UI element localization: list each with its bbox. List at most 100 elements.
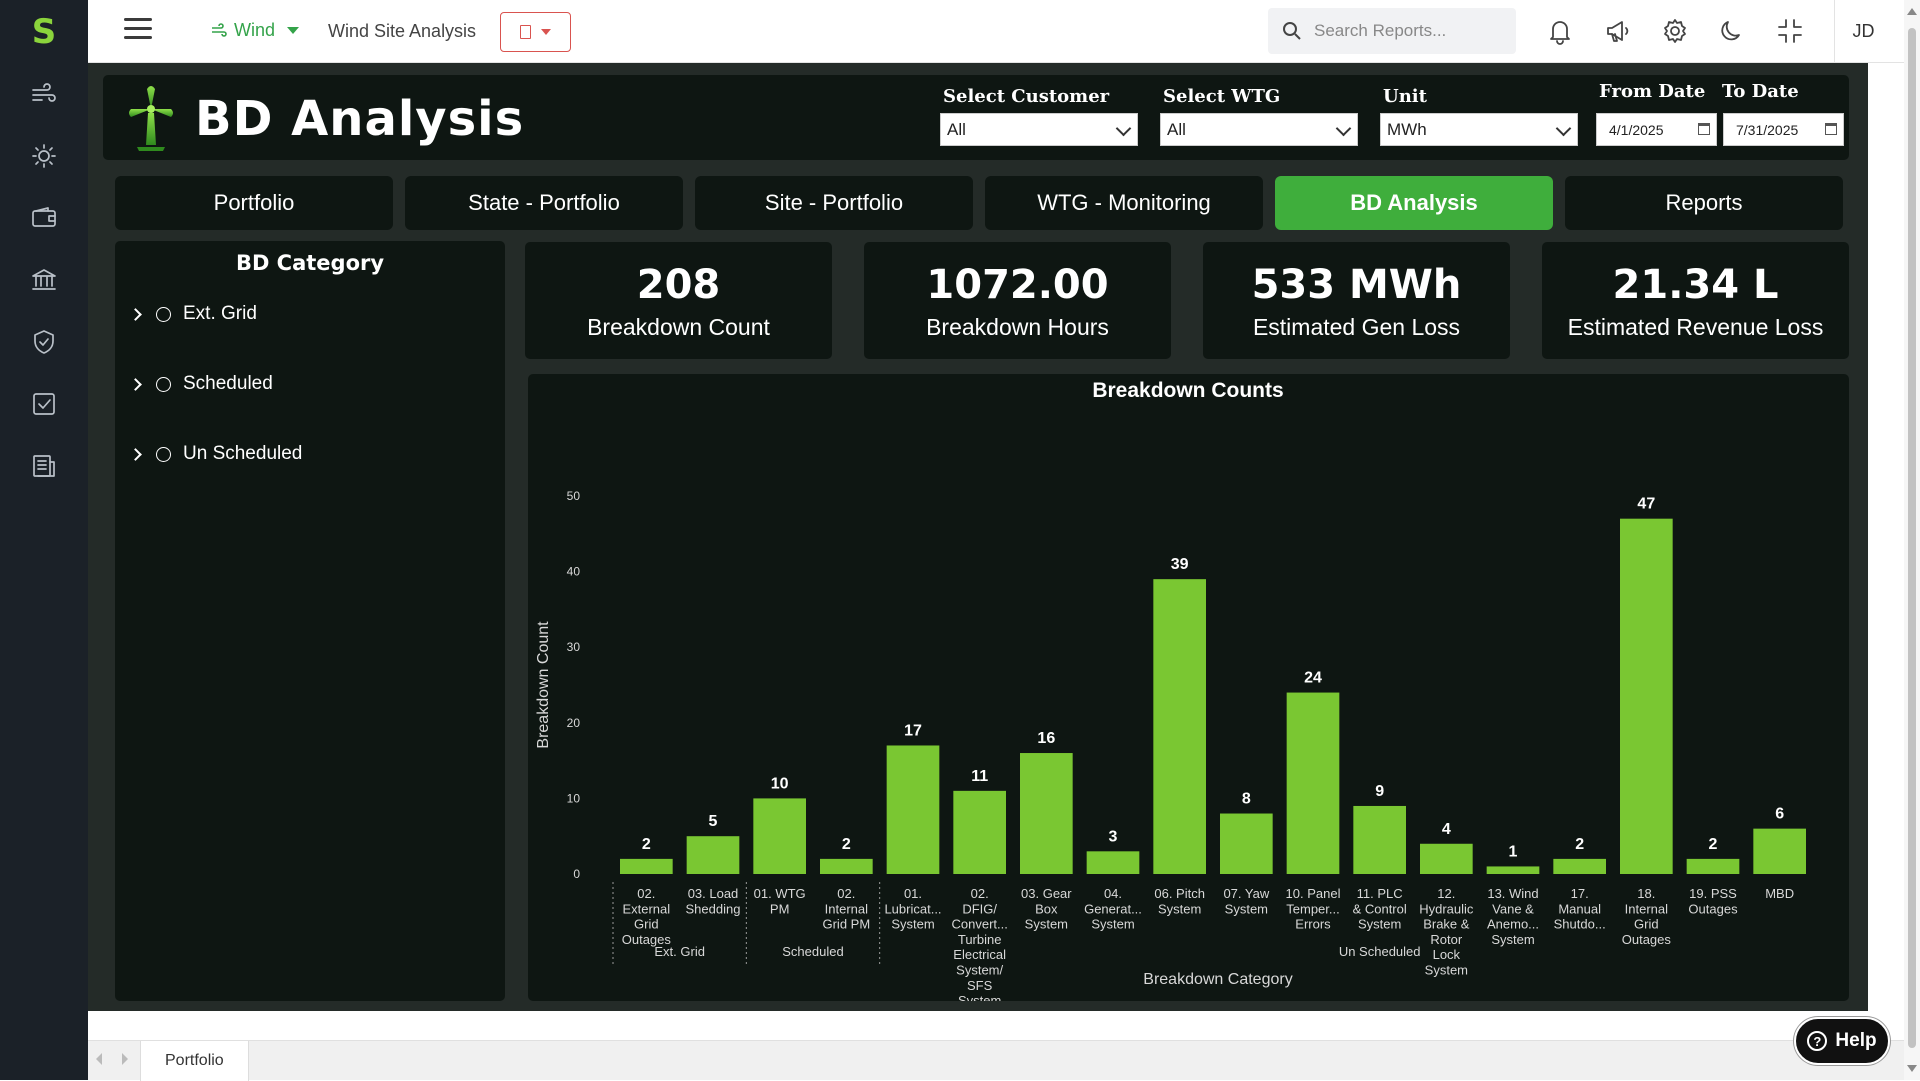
kpi-card-breakdown-count: 208 Breakdown Count (525, 242, 832, 359)
megaphone-icon[interactable] (1603, 16, 1633, 46)
calendar-icon[interactable] (1698, 123, 1710, 135)
data-label: 2 (842, 836, 851, 853)
x-tick-label: MBD (1765, 886, 1794, 901)
site-title[interactable]: Wind Site Analysis (328, 21, 476, 42)
to-date-value: 7/31/2025 (1736, 121, 1799, 138)
module-selector[interactable]: Wind (210, 20, 300, 41)
bar (753, 798, 806, 874)
y-tick-label: 50 (567, 489, 581, 503)
to-date-input[interactable]: 7/31/2025 (1723, 113, 1844, 146)
radio-button[interactable] (156, 376, 171, 392)
from-date-input[interactable]: 4/1/2025 (1596, 113, 1717, 146)
radio-button[interactable] (156, 306, 171, 322)
x-tick-label: System (891, 917, 934, 932)
x-axis-label: Breakdown Category (1143, 971, 1292, 988)
shield-check-icon[interactable] (30, 328, 58, 356)
page-tabs-bar: Portfolio (88, 1011, 1904, 1081)
data-label: 16 (1037, 730, 1055, 747)
report-list-icon[interactable] (30, 452, 58, 480)
bar (953, 790, 1006, 874)
x-tick-label: 04. (1104, 886, 1122, 901)
wind-small-icon (212, 22, 227, 37)
customer-select-value: All (947, 119, 966, 139)
tab-wtg-monitoring[interactable]: WTG - Monitoring (985, 176, 1263, 230)
x-tick-label: Lock (1433, 947, 1461, 962)
app-logo[interactable]: S (26, 12, 62, 52)
wtg-filter-label: Select WTG (1163, 86, 1281, 107)
wind-turbine-logo-icon (129, 86, 173, 151)
bar (1686, 858, 1740, 874)
tab-state-portfolio[interactable]: State - Portfolio (405, 176, 683, 230)
breakdown-counts-chart: Breakdown Counts 0 10 20 30 40 50 Breakdown Cou… (528, 374, 1849, 1001)
chevron-right-icon[interactable] (129, 447, 142, 461)
dashboard-header: BD Analysis Select Customer All Select W… (103, 75, 1849, 160)
prev-page-arrow-icon[interactable] (96, 1053, 102, 1065)
search-box[interactable] (1268, 8, 1516, 54)
search-input[interactable] (1314, 21, 1504, 41)
wind-icon[interactable] (30, 80, 58, 108)
scroll-down-arrow-icon[interactable] (1907, 1065, 1917, 1072)
bar (1753, 828, 1806, 874)
help-button[interactable]: ? Help (1794, 1017, 1890, 1065)
x-tick-label: 12. (1437, 886, 1455, 901)
category-item-un-scheduled[interactable]: Un Scheduled (129, 443, 302, 465)
chevron-right-icon[interactable] (129, 377, 142, 391)
kpi-label: Breakdown Hours (926, 314, 1109, 340)
data-label: 4 (1442, 821, 1451, 838)
next-page-arrow-icon[interactable] (122, 1053, 128, 1065)
dark-mode-moon-icon[interactable] (1717, 16, 1747, 46)
x-tick-label: Internal (1625, 901, 1668, 916)
scroll-up-arrow-icon[interactable] (1907, 8, 1917, 15)
bank-icon[interactable] (30, 266, 58, 294)
group-label: Scheduled (782, 944, 843, 959)
user-avatar[interactable]: JD (1834, 0, 1892, 63)
from-date-label: From Date (1599, 81, 1706, 102)
chevron-right-icon[interactable] (129, 307, 142, 321)
x-tick-label: System/ (956, 963, 1003, 978)
bd-category-slicer: BD Category Ext. Grid Scheduled Un Sched… (115, 241, 505, 1001)
x-tick-label: Internal (825, 901, 868, 916)
x-tick-label: Outages (1688, 901, 1738, 916)
x-tick-label: 03. Load (688, 886, 739, 901)
data-label: 2 (1575, 836, 1584, 853)
radio-button[interactable] (156, 446, 171, 462)
bar (1286, 692, 1340, 874)
x-tick-label: System (1225, 901, 1268, 916)
bar (1086, 851, 1140, 874)
x-tick-label: Manual (1558, 901, 1601, 916)
tab-portfolio[interactable]: Portfolio (115, 176, 393, 230)
x-tick-label: System (1425, 963, 1468, 978)
x-tick-label: Anemo... (1487, 917, 1539, 932)
category-item-ext-grid[interactable]: Ext. Grid (129, 303, 257, 325)
wallet-icon[interactable] (30, 204, 58, 232)
page-scrollbar[interactable] (1904, 0, 1920, 1080)
tab-bd-analysis[interactable]: BD Analysis (1275, 176, 1553, 230)
data-label: 17 (904, 722, 922, 739)
bar (1486, 866, 1540, 874)
hamburger-menu-icon[interactable] (124, 18, 152, 44)
x-tick-label: 11. PLC (1357, 886, 1403, 901)
page-tab-portfolio[interactable]: Portfolio (140, 1041, 249, 1081)
settings-gear-icon[interactable] (1660, 16, 1690, 46)
report-tabs: Portfolio State - Portfolio Site - Portf… (115, 176, 1843, 230)
sun-icon[interactable] (30, 142, 58, 170)
customer-select[interactable]: All (940, 113, 1138, 146)
group-label: Ext. Grid (654, 944, 705, 959)
calendar-icon[interactable] (1825, 123, 1837, 135)
wtg-select[interactable]: All (1160, 113, 1358, 146)
caret-down-icon (541, 29, 551, 35)
report-export-button[interactable] (500, 12, 571, 52)
data-label: 2 (642, 836, 651, 853)
collapse-fullscreen-icon[interactable] (1775, 16, 1805, 46)
tab-reports[interactable]: Reports (1565, 176, 1843, 230)
scrollbar-thumb[interactable] (1908, 28, 1916, 1048)
bell-icon[interactable] (1545, 16, 1575, 46)
x-tick-label: 18. (1637, 886, 1655, 901)
tab-site-portfolio[interactable]: Site - Portfolio (695, 176, 973, 230)
kpi-value: 1072.00 (926, 262, 1109, 308)
x-tick-label: Brake & (1423, 917, 1470, 932)
data-label: 11 (971, 768, 988, 785)
category-item-scheduled[interactable]: Scheduled (129, 373, 273, 395)
unit-select[interactable]: MWh (1380, 113, 1578, 146)
checkbox-icon[interactable] (30, 390, 58, 418)
